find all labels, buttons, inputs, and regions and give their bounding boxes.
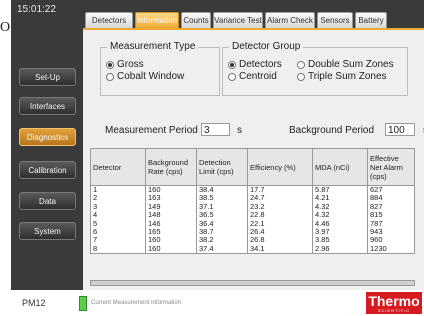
table-cell: 160 [145,244,197,255]
background-period-input[interactable]: 100 [385,123,415,136]
table-cell: 8 [90,244,146,255]
table-cell: 7 [90,236,146,245]
detector-group: Detector Group Detectors Double Sum Zone… [222,41,408,96]
col-effective-net-alarm: Effective Net Alarm (cps) [367,148,415,186]
table-cell: 37.4 [196,244,248,255]
col-detector: Detector [90,148,146,186]
measurement-type-title: Measurement Type [107,41,199,52]
table-cell: 6 [90,227,146,237]
battery-icon [79,296,87,311]
measurement-period-input[interactable]: 3 [201,123,230,136]
table-cell: 4 [90,210,146,220]
nav-diagnostics-button[interactable]: Diagnostics [19,128,76,146]
tab-alarm-check[interactable]: Alarm Check [265,12,315,28]
nav-interfaces-button[interactable]: Interfaces [19,97,76,115]
radio-unselected-icon [106,72,114,81]
col-detection-limit: Detection Limit (cps) [196,148,248,186]
table-cell: 1230 [367,244,415,255]
col-mda: MDA (nCi) [312,148,368,186]
radio-unselected-icon [297,60,305,69]
tab-sensors[interactable]: Sensors [317,12,353,28]
measurement-period-unit: s [237,125,242,136]
radio-gross-label: Gross [117,59,144,70]
table-cell: 1 [90,185,146,195]
status-bar: PM12 Current Measurement Information The… [11,290,424,316]
radio-gross[interactable]: Gross [106,59,144,70]
table-cell: 3 [90,202,146,212]
radio-cobalt-window[interactable]: Cobalt Window [106,71,184,82]
nav-system-button[interactable]: System [19,222,76,240]
table-cell: 2 [90,193,146,203]
sidebar: 15:01:22 Set-Up Interfaces Diagnostics C… [11,0,83,290]
radio-unselected-icon [228,72,236,81]
tab-information[interactable]: Information [135,12,179,28]
radio-centroid[interactable]: Centroid [228,71,277,82]
radio-double-sum-zones[interactable]: Double Sum Zones [297,59,394,70]
table-cell: 5 [90,219,146,229]
clock: 15:01:22 [17,4,56,15]
table-cell: 2.96 [312,244,368,255]
tab-counts[interactable]: Counts [181,12,211,28]
radio-selected-icon [106,60,114,69]
stray-o-mark: O [0,20,11,35]
detector-group-title: Detector Group [229,41,304,52]
tab-bar: Detectors Information Counts Variance Te… [83,0,424,30]
radio-double-sum-zones-label: Double Sum Zones [308,59,394,70]
col-efficiency: Efficiency (%) [247,148,313,186]
status-message: Current Measurement Information [91,300,182,306]
radio-centroid-label: Centroid [239,71,277,82]
device-label: PM12 [22,298,46,308]
radio-detectors[interactable]: Detectors [228,59,282,70]
radio-unselected-icon [297,72,305,81]
radio-selected-icon [228,60,236,69]
nav-calibration-button[interactable]: Calibration [19,161,76,179]
nav-setup-button[interactable]: Set-Up [19,68,76,86]
table-scrollbar[interactable] [90,280,415,286]
radio-triple-sum-zones[interactable]: Triple Sum Zones [297,71,387,82]
tab-detectors[interactable]: Detectors [85,12,133,28]
measurement-period-label: Measurement Period [105,125,198,136]
table-row[interactable]: 8 160 37.4 34.1 2.96 1230 [90,244,415,255]
radio-triple-sum-zones-label: Triple Sum Zones [308,71,387,82]
tab-variance-test[interactable]: Variance Test [213,12,263,28]
thermo-logo-sub: SCIENTIFIC [377,308,411,313]
radio-cobalt-window-label: Cobalt Window [117,71,185,82]
detector-info-table: Detector Background Rate (cps) Detection… [90,148,415,255]
background-period-label: Background Period [289,125,375,136]
table-header-row: Detector Background Rate (cps) Detection… [90,148,415,186]
table-cell: 34.1 [247,244,313,255]
radio-detectors-label: Detectors [239,59,282,70]
col-background-rate: Background Rate (cps) [145,148,197,186]
measurement-type-group: Measurement Type Gross Cobalt Window [100,41,220,96]
nav-data-button[interactable]: Data [19,192,76,210]
tab-battery[interactable]: Battery [355,12,387,28]
